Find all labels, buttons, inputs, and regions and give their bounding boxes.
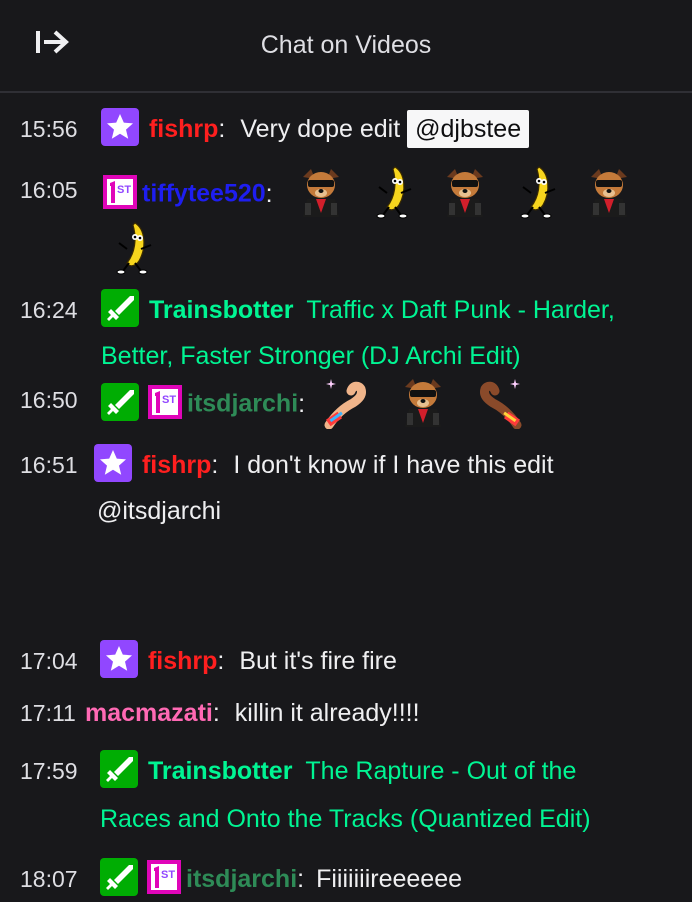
- timestamp: 17:11: [20, 700, 76, 726]
- username[interactable]: tiffytee520: [142, 180, 266, 208]
- timestamp: 18:07: [20, 866, 78, 892]
- subscriber-star-badge[interactable]: [101, 108, 139, 146]
- chat-message: 18:07 itsdjarchi: Fiiiiiiireeeeee: [0, 856, 672, 902]
- banana-dance-emote[interactable]: [105, 219, 161, 275]
- username[interactable]: itsdjarchi: [187, 390, 298, 418]
- username[interactable]: itsdjarchi: [186, 865, 297, 893]
- moderator-sword-badge[interactable]: [101, 289, 139, 327]
- chat-message: 17:11 macmazati: killin it already!!!!: [0, 690, 672, 736]
- moderator-sword-badge[interactable]: [100, 858, 138, 896]
- collapse-arrow-icon: [36, 30, 69, 54]
- timestamp: 16:05: [20, 177, 78, 203]
- chat-message: 15:56 fishrp: Very dope edit @djbstee: [0, 106, 672, 152]
- moderator-sword-badge[interactable]: [101, 383, 139, 421]
- mention[interactable]: @djbstee: [407, 110, 530, 148]
- message-text: killin it already!!!!: [234, 699, 420, 727]
- username[interactable]: macmazati: [85, 699, 213, 727]
- collapse-chat-button[interactable]: [30, 24, 74, 60]
- banana-dance-emote[interactable]: [509, 163, 565, 219]
- timestamp: 16:51: [20, 452, 78, 478]
- chat-message: 16:51 fishrp: I don't know if I have thi…: [0, 442, 672, 534]
- timestamp: 16:24: [20, 297, 78, 323]
- message-text: Very dope edit: [240, 115, 401, 143]
- chat-message: 17:04 fishrp: But it's fire fire: [0, 638, 672, 684]
- username[interactable]: fishrp: [142, 451, 211, 479]
- heart-hand-left-emote[interactable]: [323, 373, 379, 429]
- message-text: Fiiiiiiireeeeee: [316, 865, 463, 893]
- message-text-continued: Races and Onto the Tracks (Quantized Edi…: [100, 805, 591, 833]
- subscriber-star-badge[interactable]: [94, 444, 132, 482]
- username[interactable]: fishrp: [148, 647, 217, 675]
- username[interactable]: fishrp: [149, 115, 218, 143]
- header-title: Chat on Videos: [260, 31, 432, 59]
- chat-message: 17:59 Trainsbotter The Rapture - Out of …: [0, 748, 672, 842]
- timestamp: 16:50: [20, 387, 78, 413]
- message-text: But it's fire fire: [239, 647, 397, 675]
- dog-sunglasses-emote[interactable]: [581, 163, 637, 219]
- dog-sunglasses-emote[interactable]: [437, 163, 493, 219]
- message-text: The Rapture - Out of the: [305, 757, 577, 785]
- username[interactable]: Trainsbotter: [148, 757, 292, 785]
- dog-sunglasses-emote[interactable]: [395, 373, 451, 429]
- message-text: I don't know if I have this edit: [233, 451, 554, 479]
- moderator-sword-badge[interactable]: [100, 750, 138, 788]
- message-text: Traffic x Daft Punk - Harder,: [306, 296, 615, 324]
- banana-dance-emote[interactable]: [365, 163, 421, 219]
- chat-header: Chat on Videos: [0, 0, 692, 93]
- first-badge[interactable]: [146, 383, 184, 421]
- subscriber-star-badge[interactable]: [100, 640, 138, 678]
- first-badge[interactable]: [145, 858, 183, 896]
- timestamp: 15:56: [20, 116, 78, 142]
- message-text-continued: @itsdjarchi: [97, 497, 222, 525]
- timestamp: 17:59: [20, 758, 78, 784]
- first-badge[interactable]: [101, 173, 139, 211]
- chat-message: 16:50 itsdjarchi:: [0, 377, 672, 433]
- dog-sunglasses-emote[interactable]: [293, 163, 349, 219]
- chat-message: 16:24 Trainsbotter Traffic x Daft Punk -…: [0, 287, 672, 379]
- username[interactable]: Trainsbotter: [149, 296, 293, 324]
- timestamp: 17:04: [20, 648, 78, 674]
- heart-hand-right-emote[interactable]: [467, 373, 523, 429]
- chat-message: 16:05 tiffytee520:: [0, 167, 672, 223]
